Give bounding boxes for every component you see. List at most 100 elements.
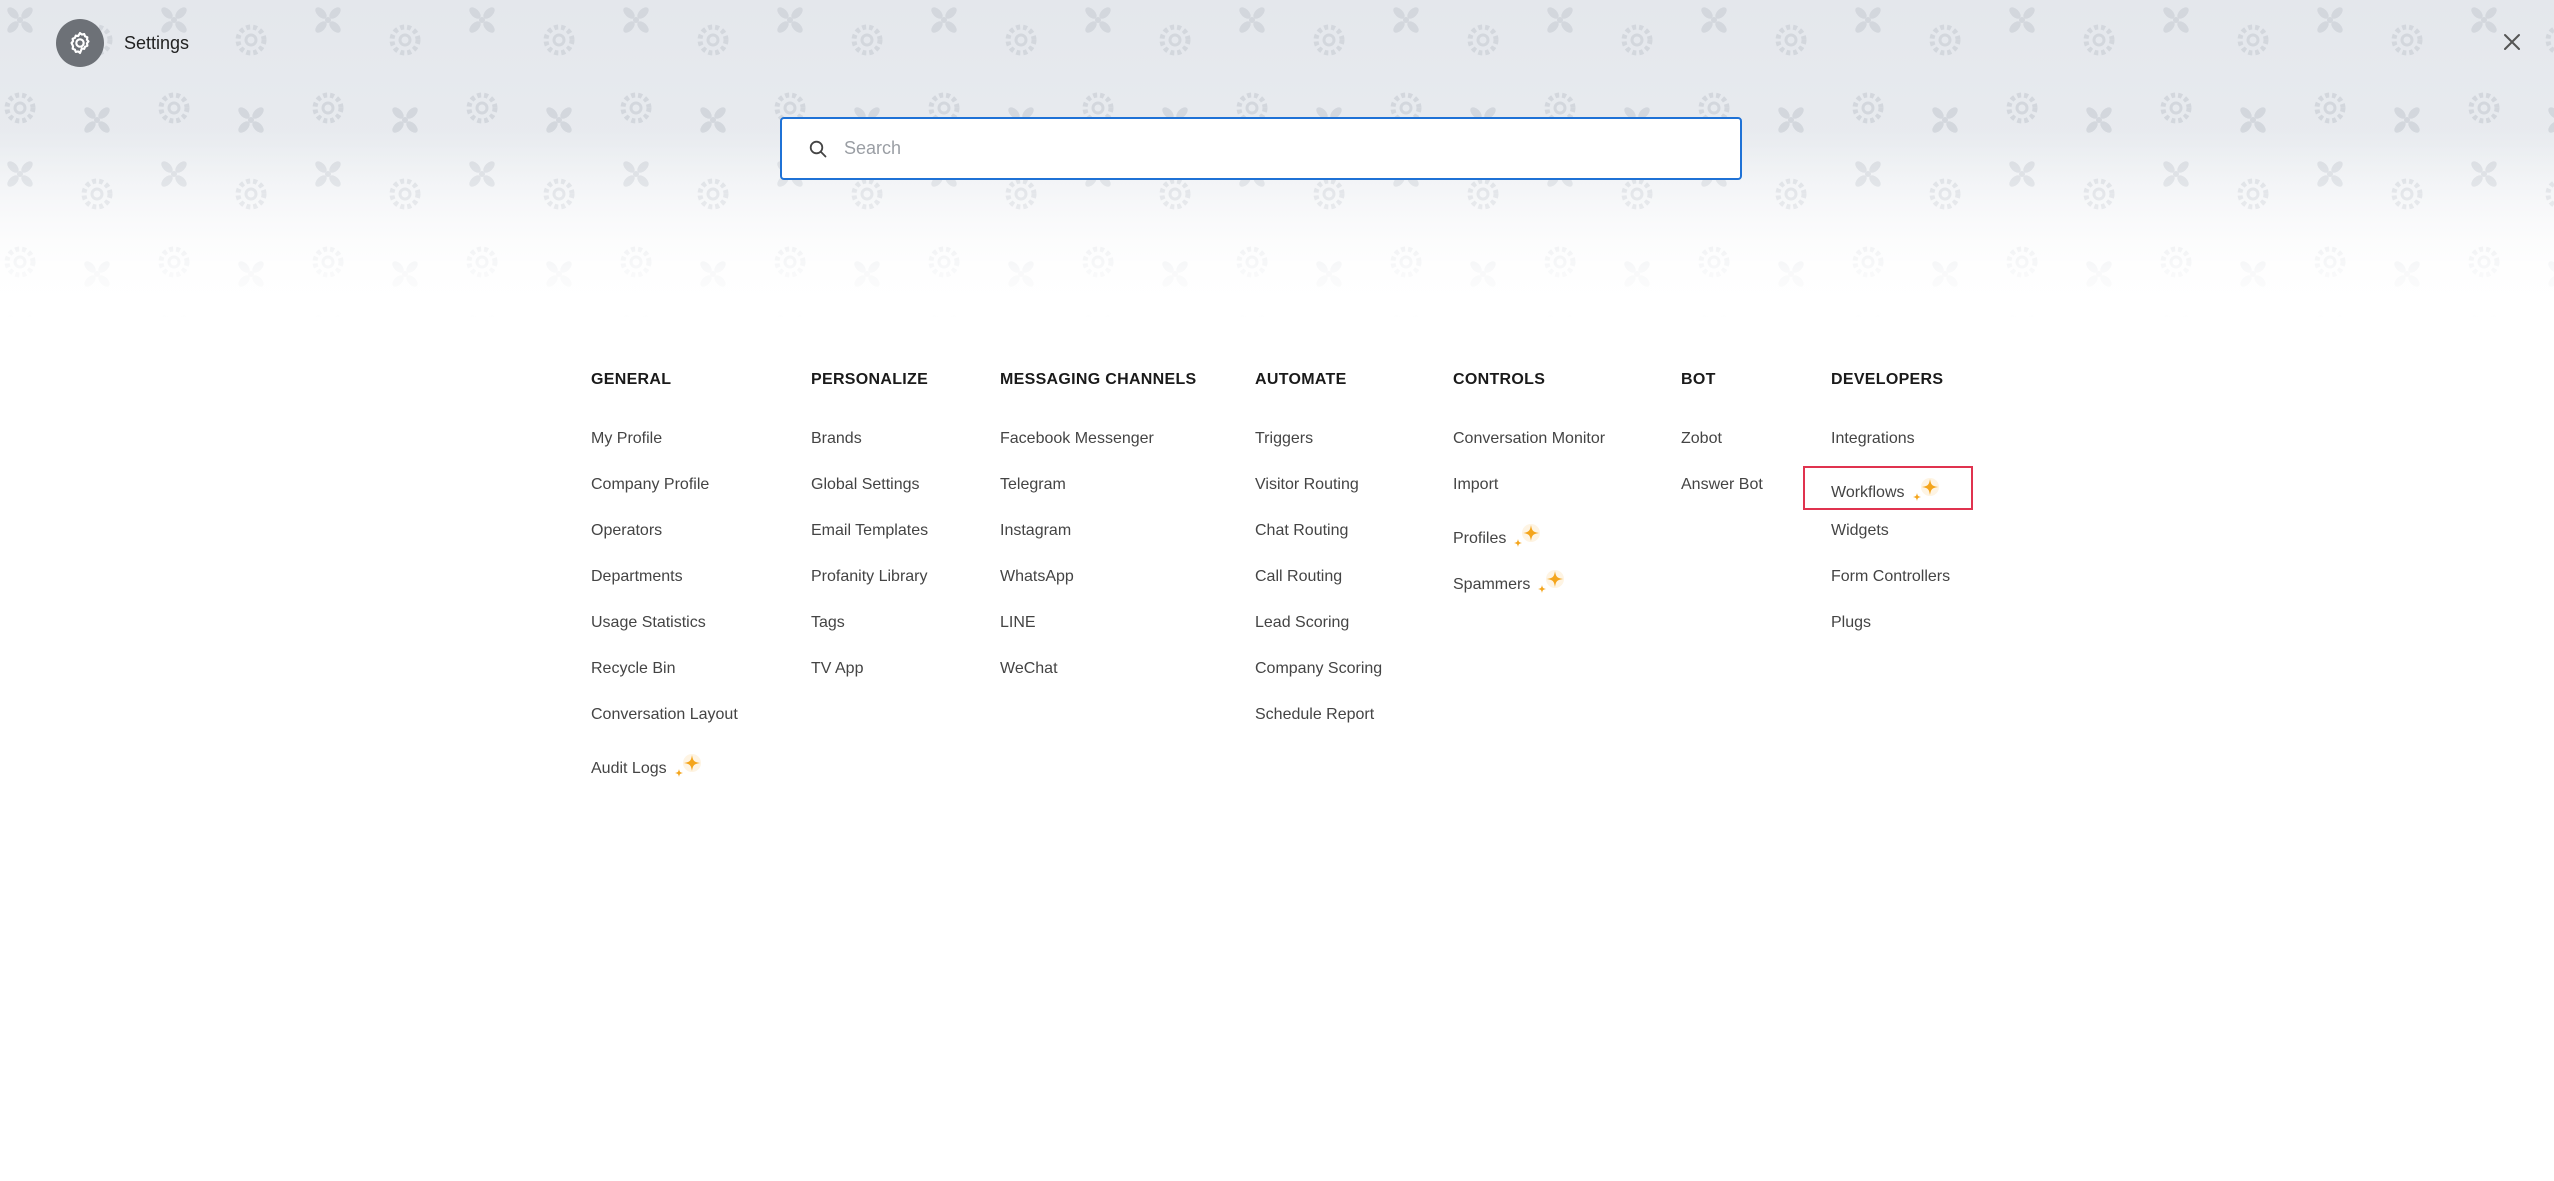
settings-link-workflows[interactable]: Workflows bbox=[1831, 477, 1950, 523]
settings-link-label: Workflows bbox=[1831, 484, 1905, 501]
settings-link-plugs[interactable]: Plugs bbox=[1831, 615, 1950, 661]
settings-link-label: Triggers bbox=[1255, 430, 1314, 447]
settings-link-widgets[interactable]: Widgets bbox=[1831, 523, 1950, 569]
settings-link-telegram[interactable]: Telegram bbox=[1000, 477, 1197, 523]
settings-link-audit-logs[interactable]: Audit Logs bbox=[591, 753, 738, 799]
settings-link-label: Instagram bbox=[1000, 522, 1072, 539]
gear-icon bbox=[56, 19, 104, 67]
settings-link-call-routing[interactable]: Call Routing bbox=[1255, 569, 1382, 615]
settings-link-label: Recycle Bin bbox=[591, 660, 676, 677]
settings-link-recycle-bin[interactable]: Recycle Bin bbox=[591, 661, 738, 707]
settings-link-lead-scoring[interactable]: Lead Scoring bbox=[1255, 615, 1382, 661]
settings-link-label: Visitor Routing bbox=[1255, 476, 1359, 493]
page-title: Settings bbox=[124, 32, 190, 53]
sparkle-icon bbox=[673, 753, 703, 781]
settings-link-label: Departments bbox=[591, 568, 683, 585]
settings-link-tv-app[interactable]: TV App bbox=[811, 661, 928, 707]
settings-title-bar: Settings bbox=[56, 19, 189, 67]
settings-link-whatsapp[interactable]: WhatsApp bbox=[1000, 569, 1197, 615]
settings-page: Settings GENERAL My Profile Company Profil… bbox=[0, 0, 2554, 1181]
settings-link-label: LINE bbox=[1000, 614, 1036, 631]
settings-link-label: WhatsApp bbox=[1000, 568, 1074, 585]
category-item-list: Triggers Visitor Routing Chat Routing Call … bbox=[1255, 431, 1382, 753]
settings-link-label: Chat Routing bbox=[1255, 522, 1349, 539]
category-heading: GENERAL bbox=[591, 371, 672, 388]
category-developers: DEVELOPERS Integrations Workflows Widgets Fo… bbox=[1831, 372, 1950, 661]
category-messaging-channels: MESSAGING CHANNELS Facebook Messenger Tele… bbox=[1000, 372, 1197, 707]
settings-link-form-controllers[interactable]: Form Controllers bbox=[1831, 569, 1950, 615]
settings-link-global-settings[interactable]: Global Settings bbox=[811, 477, 928, 523]
settings-link-label: Global Settings bbox=[811, 476, 920, 493]
settings-link-departments[interactable]: Departments bbox=[591, 569, 738, 615]
sparkle-icon bbox=[1536, 569, 1566, 597]
settings-link-label: Profanity Library bbox=[811, 568, 928, 585]
settings-link-profiles[interactable]: Profiles bbox=[1453, 523, 1605, 569]
settings-link-usage-statistics[interactable]: Usage Statistics bbox=[591, 615, 738, 661]
settings-link-company-profile[interactable]: Company Profile bbox=[591, 477, 738, 523]
settings-link-label: Conversation Layout bbox=[591, 706, 738, 723]
settings-link-label: Brands bbox=[811, 430, 862, 447]
settings-link-brands[interactable]: Brands bbox=[811, 431, 928, 477]
category-heading: PERSONALIZE bbox=[811, 371, 929, 388]
settings-link-instagram[interactable]: Instagram bbox=[1000, 523, 1197, 569]
category-heading: MESSAGING CHANNELS bbox=[1000, 371, 1197, 388]
category-item-list: Integrations Workflows Widgets Form Control… bbox=[1831, 431, 1950, 661]
settings-link-wechat[interactable]: WeChat bbox=[1000, 661, 1197, 707]
settings-link-tags[interactable]: Tags bbox=[811, 615, 928, 661]
category-item-list: My Profile Company Profile Operators Depart… bbox=[591, 431, 738, 799]
category-heading: DEVELOPERS bbox=[1831, 371, 1944, 388]
category-item-list: Brands Global Settings Email Templates Prof… bbox=[811, 431, 928, 707]
settings-link-conversation-layout[interactable]: Conversation Layout bbox=[591, 707, 738, 753]
category-heading: BOT bbox=[1681, 371, 1716, 388]
category-heading: CONTROLS bbox=[1453, 371, 1546, 388]
settings-link-label: Answer Bot bbox=[1681, 476, 1763, 493]
category-heading: AUTOMATE bbox=[1255, 371, 1347, 388]
sparkle-icon bbox=[1512, 523, 1542, 551]
settings-link-label: Facebook Messenger bbox=[1000, 430, 1154, 447]
settings-link-zobot[interactable]: Zobot bbox=[1681, 431, 1763, 477]
settings-link-visitor-routing[interactable]: Visitor Routing bbox=[1255, 477, 1382, 523]
settings-link-label: Tags bbox=[811, 614, 845, 631]
settings-link-label: Spammers bbox=[1453, 576, 1531, 593]
close-button[interactable] bbox=[2498, 28, 2526, 56]
close-icon bbox=[2504, 34, 2520, 50]
settings-link-triggers[interactable]: Triggers bbox=[1255, 431, 1382, 477]
settings-link-label: Schedule Report bbox=[1255, 706, 1375, 723]
category-automate: AUTOMATE Triggers Visitor Routing Chat Rout… bbox=[1255, 372, 1382, 753]
settings-link-line[interactable]: LINE bbox=[1000, 615, 1197, 661]
settings-link-my-profile[interactable]: My Profile bbox=[591, 431, 738, 477]
search-box[interactable] bbox=[780, 117, 1742, 180]
settings-link-chat-routing[interactable]: Chat Routing bbox=[1255, 523, 1382, 569]
category-bot: BOT Zobot Answer Bot bbox=[1681, 372, 1763, 523]
settings-link-label: Operators bbox=[591, 522, 663, 539]
settings-link-label: Company Scoring bbox=[1255, 660, 1383, 677]
settings-link-label: Zobot bbox=[1681, 430, 1722, 447]
settings-link-schedule-report[interactable]: Schedule Report bbox=[1255, 707, 1382, 753]
settings-link-label: Audit Logs bbox=[591, 760, 667, 777]
settings-link-company-scoring[interactable]: Company Scoring bbox=[1255, 661, 1382, 707]
settings-link-spammers[interactable]: Spammers bbox=[1453, 569, 1605, 615]
settings-link-import[interactable]: Import bbox=[1453, 477, 1605, 523]
category-item-list: Conversation Monitor Import Profiles Spamme… bbox=[1453, 431, 1605, 615]
settings-link-label: Lead Scoring bbox=[1255, 614, 1350, 631]
settings-link-label: Email Templates bbox=[811, 522, 929, 539]
settings-link-answer-bot[interactable]: Answer Bot bbox=[1681, 477, 1763, 523]
settings-link-label: Widgets bbox=[1831, 522, 1889, 539]
settings-link-profanity-library[interactable]: Profanity Library bbox=[811, 569, 928, 615]
settings-link-label: TV App bbox=[811, 660, 864, 677]
settings-link-label: WeChat bbox=[1000, 660, 1058, 677]
sparkle-icon bbox=[1911, 477, 1941, 505]
settings-link-conversation-monitor[interactable]: Conversation Monitor bbox=[1453, 431, 1605, 477]
settings-link-label: Telegram bbox=[1000, 476, 1066, 493]
category-controls: CONTROLS Conversation Monitor Import Profil… bbox=[1453, 372, 1605, 615]
settings-link-facebook-messenger[interactable]: Facebook Messenger bbox=[1000, 431, 1197, 477]
search-icon bbox=[808, 139, 828, 159]
settings-link-label: Profiles bbox=[1453, 530, 1507, 547]
settings-link-operators[interactable]: Operators bbox=[591, 523, 738, 569]
settings-link-integrations[interactable]: Integrations bbox=[1831, 431, 1950, 477]
settings-link-label: Import bbox=[1453, 476, 1499, 493]
search-input[interactable] bbox=[842, 127, 1740, 170]
settings-link-label: My Profile bbox=[591, 430, 663, 447]
settings-link-email-templates[interactable]: Email Templates bbox=[811, 523, 928, 569]
category-personalize: PERSONALIZE Brands Global Settings Email Te… bbox=[811, 372, 928, 707]
